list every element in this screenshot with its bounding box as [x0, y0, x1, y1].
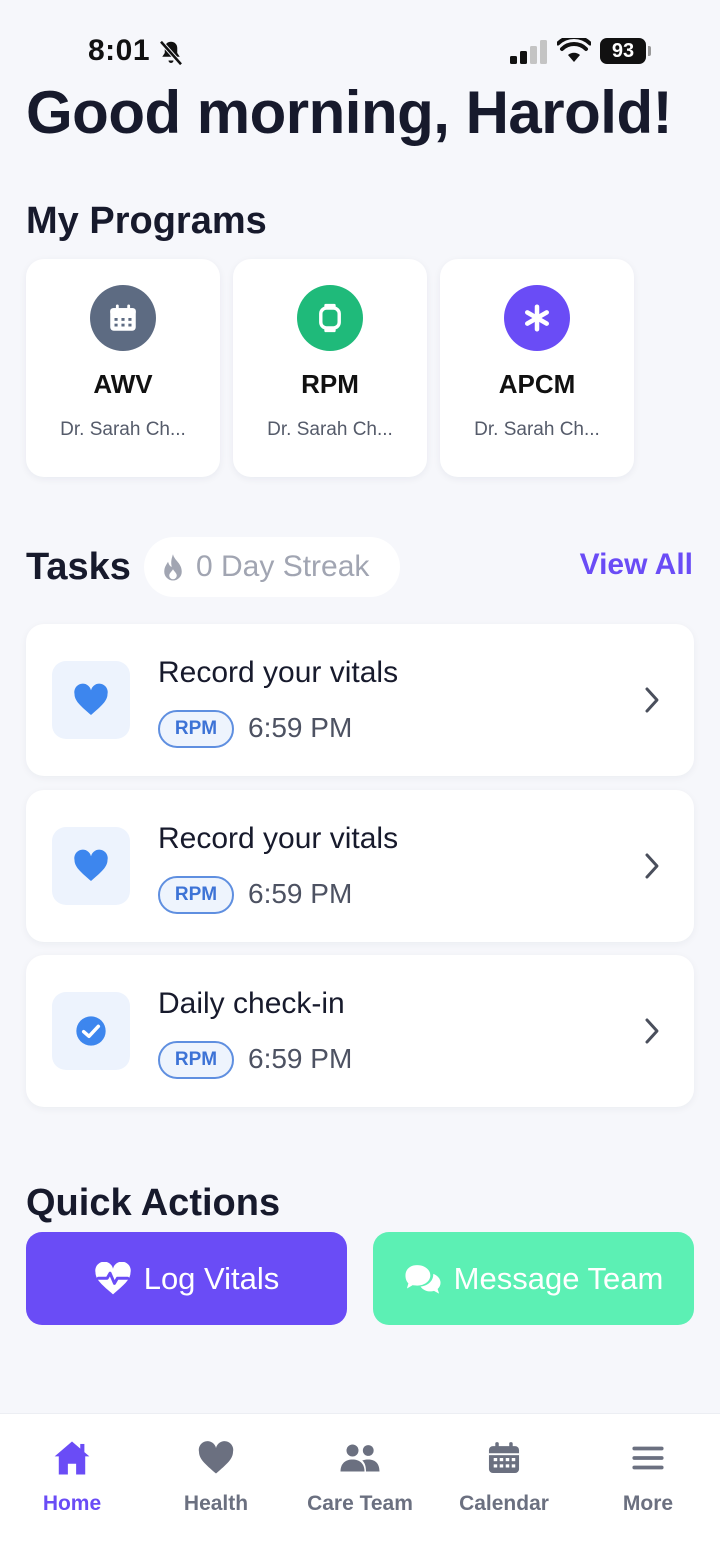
watch-icon: [297, 285, 363, 351]
program-card-apcm[interactable]: APCM Dr. Sarah Ch...: [440, 259, 634, 477]
task-icon-box: [52, 992, 130, 1070]
bell-off-icon: [156, 38, 186, 73]
asterisk-icon: [504, 285, 570, 351]
heart-pulse-icon: [94, 1261, 131, 1294]
calendar-icon: [432, 1436, 576, 1480]
message-team-button[interactable]: Message Team: [373, 1232, 694, 1325]
task-title: Daily check-in: [158, 987, 345, 1020]
calendar-icon: [90, 285, 156, 351]
streak-text: 0 Day Streak: [196, 550, 370, 583]
task-badge: RPM: [158, 710, 234, 748]
programs-title: My Programs: [26, 200, 267, 242]
nav-label: Health: [183, 1492, 249, 1515]
task-card[interactable]: Record your vitals RPM 6:59 PM: [26, 790, 694, 942]
nav-item-home[interactable]: Home: [0, 1436, 144, 1516]
nav-item-health[interactable]: Health: [144, 1436, 288, 1516]
task-time: 6:59 PM: [248, 1043, 353, 1074]
chevron-right-icon: [645, 687, 659, 713]
log-vitals-button[interactable]: Log Vitals: [26, 1232, 347, 1325]
wifi-icon: [556, 35, 592, 69]
signal-icon: [510, 40, 547, 64]
nav-item-care-team[interactable]: Care Team: [288, 1436, 432, 1516]
nav-label: Home: [42, 1492, 102, 1515]
task-title: Record your vitals: [158, 656, 399, 689]
streak-badge: 0 Day Streak: [144, 537, 400, 597]
program-doctor: Dr. Sarah Ch...: [474, 419, 600, 440]
bottom-nav: Home Health Care Team Calendar More: [0, 1413, 720, 1557]
nav-label: Calendar: [459, 1492, 549, 1515]
check-circle-icon: [76, 1016, 106, 1046]
program-name: RPM: [301, 369, 359, 399]
people-icon: [288, 1436, 432, 1480]
status-time: 8:01: [88, 34, 151, 67]
program-card-awv[interactable]: AWV Dr. Sarah Ch...: [26, 259, 220, 477]
chevron-right-icon: [645, 853, 659, 879]
nav-label: More: [622, 1492, 674, 1515]
program-doctor: Dr. Sarah Ch...: [267, 419, 393, 440]
chevron-right-icon: [645, 1018, 659, 1044]
view-all-link[interactable]: View All: [580, 548, 693, 582]
quick-actions-title: Quick Actions: [26, 1182, 281, 1224]
task-time: 6:59 PM: [248, 712, 353, 743]
battery-icon: 93: [600, 38, 651, 64]
heart-icon: [74, 849, 108, 881]
menu-icon: [576, 1436, 720, 1480]
task-title: Record your vitals: [158, 822, 399, 855]
heart-icon: [74, 683, 108, 715]
nav-item-more[interactable]: More: [576, 1436, 720, 1516]
home-icon: [0, 1436, 144, 1480]
tasks-title: Tasks: [26, 546, 131, 588]
nav-item-calendar[interactable]: Calendar: [432, 1436, 576, 1516]
greeting-title: Good morning, Harold!: [26, 79, 673, 146]
chat-bubbles-icon: [405, 1264, 441, 1294]
task-card[interactable]: Record your vitals RPM 6:59 PM: [26, 624, 694, 776]
program-card-rpm[interactable]: RPM Dr. Sarah Ch...: [233, 259, 427, 477]
task-badge: RPM: [158, 1041, 234, 1079]
program-doctor: Dr. Sarah Ch...: [60, 419, 186, 440]
heart-icon: [144, 1436, 288, 1480]
task-icon-box: [52, 661, 130, 739]
log-vitals-label: Log Vitals: [143, 1260, 280, 1296]
program-name: APCM: [498, 369, 576, 399]
task-time: 6:59 PM: [248, 878, 353, 909]
nav-label: Care Team: [307, 1492, 413, 1515]
flame-icon: [160, 553, 186, 588]
task-badge: RPM: [158, 876, 234, 914]
task-icon-box: [52, 827, 130, 905]
message-team-label: Message Team: [453, 1260, 664, 1296]
battery-level: 93: [600, 38, 646, 64]
task-card[interactable]: Daily check-in RPM 6:59 PM: [26, 955, 694, 1107]
program-name: AWV: [93, 369, 153, 399]
